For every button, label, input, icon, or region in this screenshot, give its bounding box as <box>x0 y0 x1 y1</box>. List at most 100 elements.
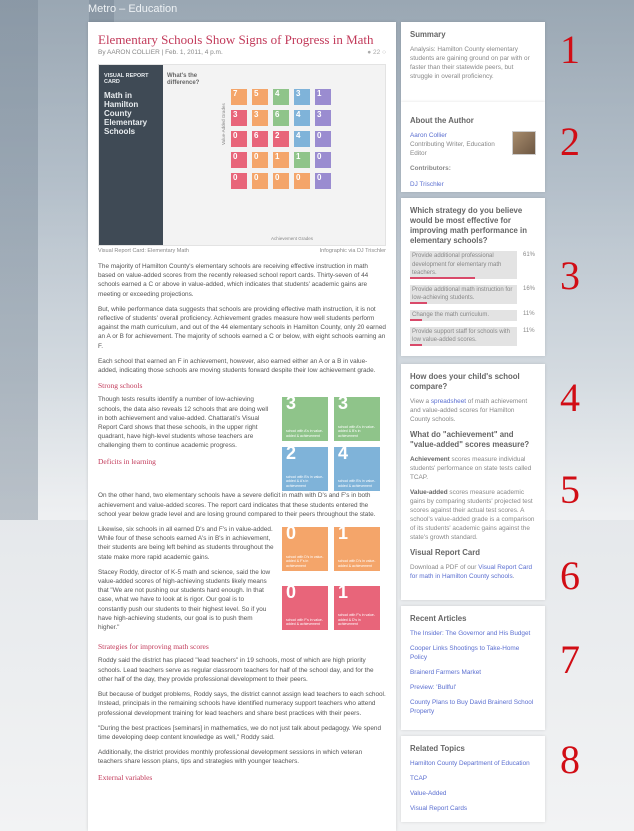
recent-article-link[interactable]: The Insider: The Governor and His Budget <box>410 629 536 638</box>
paragraph: Stacey Roddy, director of K-5 math and s… <box>98 568 271 632</box>
infographic-headline: Math in Hamilton County Elementary Schoo… <box>104 91 148 136</box>
infographic-cell: 7 <box>231 89 247 105</box>
infographic-cell: 4 <box>294 131 310 147</box>
infographic-cell: 1 <box>273 152 289 168</box>
deficit-text: Likewise, six schools in all earned D's … <box>98 525 282 638</box>
infographic-cell: 3 <box>231 110 247 126</box>
comment-count-value: 22 <box>373 49 381 56</box>
recent-heading: Recent Articles <box>410 614 467 623</box>
infographic-cell: 0 <box>315 131 331 147</box>
grade-tile-label: school with A's in value-added & achieve… <box>286 429 324 438</box>
poll-percent: 61% <box>523 252 536 258</box>
paragraph: "During the best practices [seminars] in… <box>98 724 382 741</box>
infographic-sidebar: VISUAL REPORT CARD Math in Hamilton Coun… <box>99 65 163 245</box>
poll-percent: 11% <box>523 310 535 317</box>
infographic-cell: 0 <box>315 152 331 168</box>
infographic-cell: 2 <box>273 131 289 147</box>
annotation-marker: 8 <box>560 737 580 782</box>
recent-article-link[interactable]: Brainerd Farmers Market <box>410 668 536 677</box>
comment-count[interactable]: ● 22 ○ <box>367 49 386 56</box>
grade-tile-count: 1 <box>338 585 349 602</box>
infographic-axis-y: Value-Added Grades <box>221 103 226 145</box>
article-body: The majority of Hamilton County's elemen… <box>98 262 386 782</box>
strong-schools-row: Though tests results identify a number o… <box>98 395 386 492</box>
subhead-external: External variables <box>98 772 153 782</box>
contributor-link[interactable]: DJ Trischler <box>410 181 444 188</box>
poll-option-row[interactable]: Change the math curriculum. 11% <box>410 309 536 321</box>
infographic-cell: 0 <box>231 152 247 168</box>
annotation-marker: 4 <box>560 375 580 420</box>
summary-heading: Summary <box>410 30 446 39</box>
infographic-cell: 6 <box>252 131 268 147</box>
paragraph: Though tests results identify a number o… <box>98 396 269 450</box>
poll-option-row[interactable]: Provide additional math instruction for … <box>410 284 536 304</box>
strong-schools-text: Though tests results identify a number o… <box>98 395 282 491</box>
grade-tile-label: school with B's in value-added & achieve… <box>338 479 376 488</box>
annotation-marker: 5 <box>560 467 580 512</box>
poll-option[interactable]: Provide additional professional developm… <box>410 251 517 279</box>
value-added-term: Value-added <box>410 489 448 496</box>
infographic-kicker: VISUAL REPORT CARD <box>104 73 149 85</box>
byline: By AARON COLLIER | Feb. 1, 2011, 4 p.m. … <box>98 49 386 56</box>
topic-link[interactable]: TCAP <box>410 774 536 783</box>
paragraph: Each school that earned an F in achievem… <box>98 357 376 375</box>
poll-option-label: Change the math curriculum. <box>412 311 490 318</box>
compare-text-pre: View a <box>410 398 431 405</box>
poll-option[interactable]: Provide additional math instruction for … <box>410 284 517 304</box>
author-role: Contributing Writer, Education Editor <box>410 141 495 157</box>
measure-heading: What do "achievement" and "value-added" … <box>410 430 530 449</box>
grade-tile: 1 school with D's in value-added & achiev… <box>334 527 380 572</box>
author-box: About the Author Aaron Collier Contribut… <box>401 102 545 192</box>
author-photo[interactable] <box>512 131 536 155</box>
topic-link[interactable]: Hamilton County Department of Education <box>410 759 536 768</box>
recent-article-link[interactable]: Cooper Links Shootings to Take-Home Poli… <box>410 644 536 662</box>
caption-left: Visual Report Card: Elementary Math <box>98 248 189 254</box>
recent-article-link[interactable]: County Plans to Buy David Brainerd Schoo… <box>410 698 536 716</box>
infographic-cell: 0 <box>252 173 268 189</box>
grade-tile-count: 3 <box>286 397 297 414</box>
poll-option[interactable]: Change the math curriculum. <box>410 309 517 321</box>
value-added-text: Value-added scores measure academic gain… <box>410 488 536 542</box>
summary-text: Analysis: Hamilton County elementary stu… <box>410 46 530 80</box>
recent-article-link[interactable]: Preview: 'Bullful' <box>410 683 536 692</box>
paragraph: On the other hand, two elementary school… <box>98 492 376 518</box>
poll-box: Which strategy do you believe would be m… <box>401 198 545 356</box>
grade-tile: 4 school with B's in value-added & achiev… <box>334 447 380 492</box>
poll-option[interactable]: Provide support staff for schools with l… <box>410 326 517 346</box>
infographic-legend-column: What's the difference? <box>163 65 217 245</box>
infographic-cell: 1 <box>315 89 331 105</box>
annotation-marker: 7 <box>560 637 580 682</box>
grade-tile-label: school with F's in value-added & achieve… <box>286 617 324 627</box>
author-name-link[interactable]: Aaron Collier <box>410 131 512 140</box>
infographic-cell: 3 <box>252 110 268 126</box>
report-card-infographic[interactable]: VISUAL REPORT CARD Math in Hamilton Coun… <box>98 64 386 246</box>
poll-option-row[interactable]: Provide support staff for schools with l… <box>410 326 536 346</box>
article-panel: Elementary Schools Show Signs of Progres… <box>88 22 396 831</box>
topics-heading: Related Topics <box>410 744 465 753</box>
vrc-text-post: . <box>512 573 515 580</box>
infographic-captions: Visual Report Card: Elementary Math Info… <box>98 248 386 254</box>
section-label[interactable]: Metro – Education <box>88 3 177 15</box>
infographic-cell: 5 <box>252 89 268 105</box>
grade-tile-label: school with F's in value-added & D's in … <box>338 613 376 627</box>
vrc-heading: Visual Report Card <box>410 548 481 557</box>
poll-option-label: Provide support staff for schools with l… <box>412 328 510 344</box>
topic-link[interactable]: Value-Added <box>410 789 536 798</box>
grade-tile-count: 0 <box>286 527 297 544</box>
infographic-cell: 0 <box>231 173 247 189</box>
paragraph: The majority of Hamilton County's elemen… <box>98 263 369 298</box>
deficit-row: Likewise, six schools in all earned D's … <box>98 525 386 638</box>
poll-option-row[interactable]: Provide additional professional developm… <box>410 251 536 279</box>
infographic-cell: 0 <box>294 173 310 189</box>
grade-tile: 3 school with A's in value-added & B's in… <box>334 397 380 442</box>
byline-text: By AARON COLLIER | Feb. 1, 2011, 4 p.m. <box>98 49 223 56</box>
poll-result-bar <box>410 302 428 304</box>
recent-articles-box: Recent Articles The Insider: The Governo… <box>401 606 545 730</box>
infographic-body <box>104 142 158 148</box>
grade-tile-count: 4 <box>338 447 349 464</box>
infographic-cell: 4 <box>273 89 289 105</box>
grade-tile-count: 0 <box>286 585 297 602</box>
spreadsheet-link[interactable]: spreadsheet <box>431 398 466 405</box>
infographic-cell: 0 <box>231 131 247 147</box>
topic-link[interactable]: Visual Report Cards <box>410 804 536 813</box>
